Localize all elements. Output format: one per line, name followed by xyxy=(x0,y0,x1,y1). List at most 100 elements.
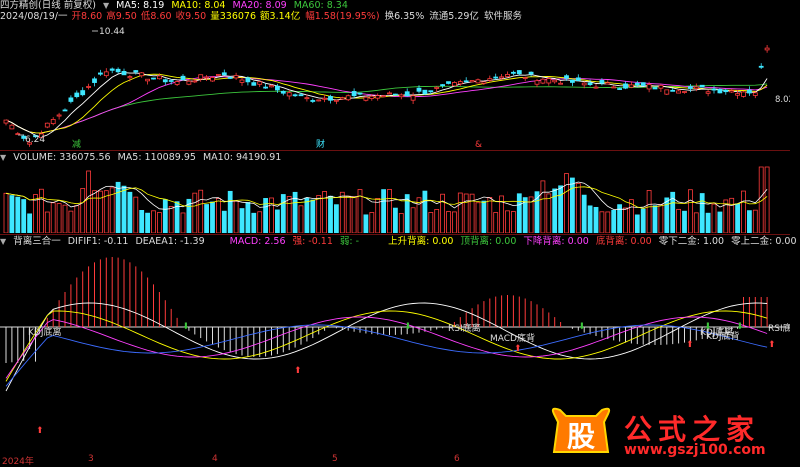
candle-body xyxy=(422,89,428,95)
candle-body xyxy=(564,75,569,79)
candle-body xyxy=(174,81,180,85)
candle-body xyxy=(3,119,9,124)
indicator-weak: 弱: - xyxy=(339,236,360,247)
ma5-line xyxy=(5,72,768,138)
collapse-triangle-icon[interactable]: ▼ xyxy=(103,1,109,10)
volume-bar xyxy=(699,193,705,233)
candle-body xyxy=(605,82,611,85)
quote-close: 收9.50 xyxy=(175,11,207,22)
quote-date: 2024/08/19/一 xyxy=(0,11,68,22)
volume-bar xyxy=(304,197,310,233)
volume-bar xyxy=(345,195,351,233)
candle-body xyxy=(351,91,357,97)
x-tick: 6 xyxy=(454,454,460,464)
quote-low: 低8.60 xyxy=(140,11,172,22)
volume-bar xyxy=(15,196,21,233)
event-marker: 减 xyxy=(72,138,81,150)
volume-bar xyxy=(3,192,9,233)
volume-bar xyxy=(387,189,392,233)
ma5-label: MA5: 8.19 xyxy=(116,0,165,11)
candle-body xyxy=(575,77,581,81)
kdj-d-line xyxy=(5,310,768,382)
indicator-bottom-div: 底背离: 0.00 xyxy=(595,236,652,247)
candle-body xyxy=(440,84,446,87)
candle-body xyxy=(109,68,115,71)
volume-bar xyxy=(239,208,245,233)
volume-bar xyxy=(676,208,681,233)
volume-bar xyxy=(192,192,198,233)
divergence-label: RSI底离 xyxy=(768,322,790,334)
volume-bar xyxy=(310,199,316,233)
volume-chart[interactable] xyxy=(0,163,790,233)
volume-ma5: MA5: 110089.95 xyxy=(117,152,196,163)
candle-body xyxy=(392,93,398,96)
candle-body xyxy=(86,86,91,88)
volume-bar xyxy=(481,200,487,233)
candle-body xyxy=(357,92,363,95)
candle-body xyxy=(741,91,746,97)
quote-industry[interactable]: 软件服务 xyxy=(484,11,522,22)
candle-body xyxy=(428,90,434,93)
sell-arrow-icon: ⬆ xyxy=(514,344,522,354)
ma60-label: MA60: 8.34 xyxy=(293,0,348,11)
candle-body xyxy=(634,82,640,86)
volume-bar xyxy=(369,212,375,233)
candle-body xyxy=(658,84,664,89)
ma10-label: MA10: 8.04 xyxy=(171,0,226,11)
indicator-top-div: 顶背离: 0.00 xyxy=(460,236,517,247)
volume-bar xyxy=(156,212,162,233)
volume-bar xyxy=(103,190,109,233)
sell-arrow-icon: ⬆ xyxy=(36,426,44,436)
volume-bar xyxy=(558,185,563,233)
candle-body xyxy=(381,95,387,98)
candle-body xyxy=(552,79,558,83)
candle-body xyxy=(121,70,127,76)
candle-body xyxy=(44,122,50,128)
volume-collapse-icon[interactable]: ▼ xyxy=(0,153,6,162)
event-marker: 财 xyxy=(316,138,325,150)
volume-bar xyxy=(752,209,758,233)
candle-body xyxy=(98,72,103,75)
candle-body xyxy=(15,133,21,136)
quote-open: 开8.60 xyxy=(71,11,103,22)
buy-arrow-icon: ⬇ xyxy=(736,322,744,332)
indicator-collapse-icon[interactable]: ▼ xyxy=(0,237,6,246)
volume-bar xyxy=(162,199,168,233)
price-chart[interactable]: 10.44 6.24 8.02 减 财 & xyxy=(0,22,790,150)
svg-text:股: 股 xyxy=(567,420,595,453)
indicator-deaea1: DEAEA1: -1.39 xyxy=(135,236,205,247)
buy-arrow-icon: ⬇ xyxy=(578,322,586,332)
volume-bar xyxy=(233,200,239,233)
candle-body xyxy=(434,86,440,89)
candle-body xyxy=(570,79,575,83)
volume-bar xyxy=(741,190,746,233)
candle-body xyxy=(611,86,617,89)
volume-bar xyxy=(227,190,233,233)
volume-bar xyxy=(333,204,339,233)
sell-arrow-icon: ⬆ xyxy=(768,340,776,350)
candle-body xyxy=(629,84,634,88)
candle-body xyxy=(375,95,381,99)
volume-bar xyxy=(92,190,97,233)
buy-arrow-icon: ⬇ xyxy=(704,322,712,332)
volume-bar xyxy=(44,211,50,233)
volume-bar xyxy=(168,206,174,233)
volume-bar xyxy=(717,211,723,233)
candle-body xyxy=(292,94,298,97)
candle-body xyxy=(711,88,717,91)
low-price-marker: 6.24 xyxy=(25,135,45,145)
candle-body xyxy=(752,92,758,96)
candle-body xyxy=(469,80,475,83)
candle-body xyxy=(747,89,752,94)
volume-bar xyxy=(139,210,145,233)
candle-body xyxy=(475,79,481,84)
volume-bar xyxy=(764,166,770,233)
volume-bar xyxy=(552,188,558,233)
panel-divider xyxy=(0,234,790,235)
candle-body xyxy=(103,71,109,77)
candle-body xyxy=(499,76,505,79)
candle-body xyxy=(558,82,563,85)
candle-body xyxy=(74,92,80,98)
x-tick: 4 xyxy=(212,454,218,464)
volume-bar xyxy=(392,207,398,233)
